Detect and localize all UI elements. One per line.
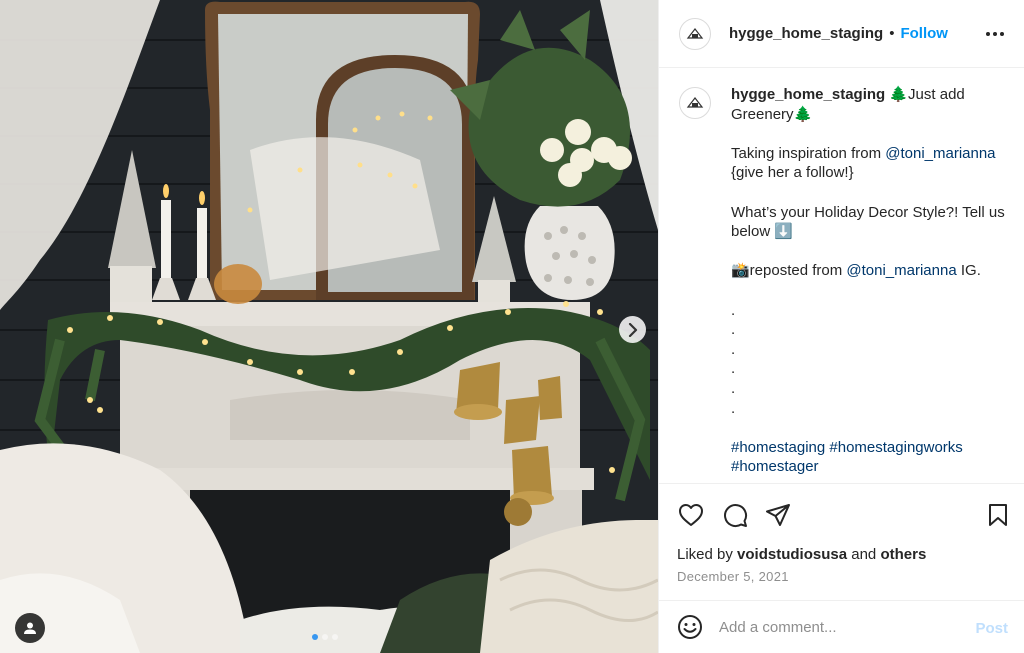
bookmark-icon [989, 504, 1007, 526]
liked-by-joiner: and [847, 546, 881, 563]
caption-line-4-prefix: 📸reposted from [731, 262, 847, 280]
action-bar [659, 483, 1024, 545]
save-button[interactable] [984, 501, 1012, 529]
comment-button[interactable] [721, 501, 749, 529]
caption-text: hygge_home_staging 🌲Just add Greenery🌲 T… [731, 85, 1005, 477]
carousel-dot [332, 634, 338, 640]
hygge-logo-icon [686, 27, 704, 39]
carousel-indicator [312, 634, 338, 640]
liked-by-user[interactable]: voidstudiosusa [737, 546, 847, 563]
caption-line-4-suffix: IG. [956, 262, 981, 280]
author-username[interactable]: hygge_home_staging [729, 25, 883, 42]
separator-dot: • [889, 25, 895, 42]
liked-by-others[interactable]: others [880, 546, 926, 563]
caption-dot: . [731, 360, 736, 378]
chevron-right-icon [628, 322, 637, 337]
carousel-dot-active [312, 634, 318, 640]
hygge-logo-icon [686, 97, 704, 108]
post-comment-button[interactable]: Post [975, 620, 1008, 637]
caption-dot: . [731, 379, 736, 397]
post-photo[interactable] [0, 0, 658, 653]
caption-line-2-suffix: {give her a follow!} [731, 164, 854, 182]
emoji-button[interactable] [677, 614, 703, 640]
hashtags-link[interactable]: #homestaging #homestagingworks #homestag… [731, 439, 963, 476]
follow-button[interactable]: Follow [900, 25, 948, 42]
emoji-icon [678, 615, 702, 639]
heart-icon [679, 504, 703, 526]
caption-dot: . [731, 340, 736, 358]
liked-by-text: Liked by voidstudiosusa and others [677, 546, 926, 563]
like-button[interactable] [677, 501, 705, 529]
caption-author-username[interactable]: hygge_home_staging [731, 86, 885, 103]
caption-line-2-prefix: Taking inspiration from [731, 144, 886, 162]
share-icon [766, 504, 790, 526]
user-icon [24, 622, 36, 634]
more-options-icon [986, 32, 1004, 36]
caption-dot: . [731, 301, 736, 319]
liked-by-prefix: Liked by [677, 546, 738, 563]
next-slide-button[interactable] [619, 316, 646, 343]
caption-dot: . [731, 321, 736, 339]
caption-dot: . [731, 399, 736, 417]
post-details-panel: hygge_home_staging • Follow hygge_home_s… [658, 0, 1024, 653]
carousel-dot [322, 634, 328, 640]
mention-link[interactable]: @toni_marianna [885, 145, 995, 162]
post-header: hygge_home_staging • Follow [659, 0, 1024, 68]
fireplace-mantel-photo [0, 0, 658, 653]
comment-input[interactable] [719, 618, 959, 636]
comment-bar: Post [659, 600, 1024, 653]
caption-section: hygge_home_staging 🌲Just add Greenery🌲 T… [659, 69, 1024, 483]
post-date[interactable]: December 5, 2021 [677, 569, 789, 584]
comment-icon [724, 504, 748, 528]
tagged-users-button[interactable] [15, 613, 45, 643]
caption-line-3: What’s your Holiday Decor Style?! Tell u… [731, 203, 1005, 241]
mention-link-2[interactable]: @toni_marianna [846, 262, 956, 279]
more-options-button[interactable] [983, 22, 1007, 46]
caption-row: hygge_home_staging 🌲Just add Greenery🌲 T… [679, 85, 1005, 477]
share-button[interactable] [764, 501, 792, 529]
author-avatar[interactable] [679, 17, 711, 50]
caption-author-avatar[interactable] [679, 87, 711, 119]
